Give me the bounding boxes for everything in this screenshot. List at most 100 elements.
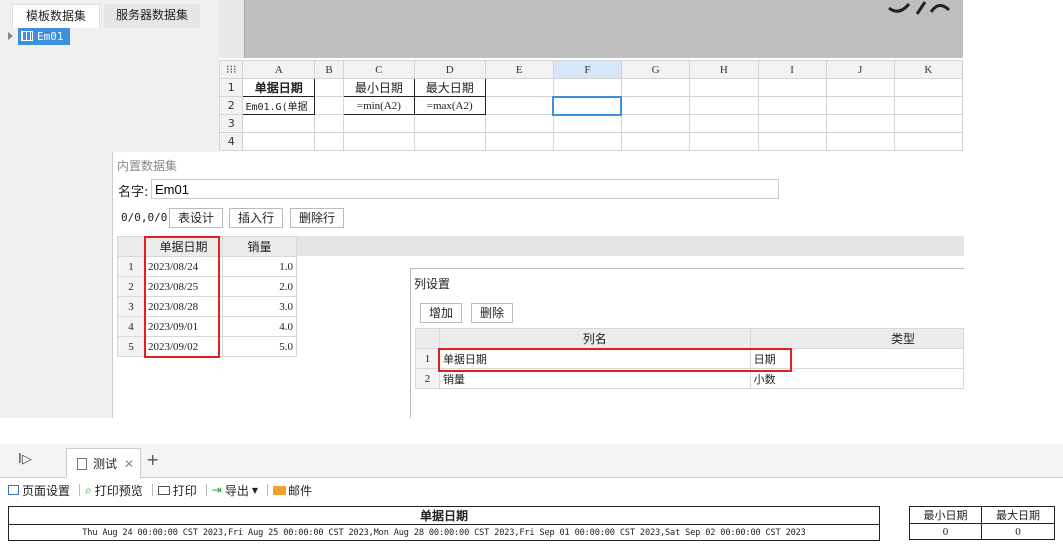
- col-header-f[interactable]: F: [552, 60, 622, 79]
- col-header-i[interactable]: I: [757, 60, 827, 79]
- cell-b4[interactable]: [314, 132, 345, 151]
- table-row[interactable]: 3 2023/08/28 3.0: [117, 296, 297, 317]
- cell-a2[interactable]: Em01.G(单据: [242, 96, 316, 115]
- table-row[interactable]: 5 2023/09/02 5.0: [117, 336, 297, 357]
- dataset-name-input[interactable]: [151, 179, 779, 199]
- qty-cell[interactable]: 3.0: [222, 296, 297, 317]
- row-number[interactable]: 3: [219, 114, 244, 133]
- column-name-cell[interactable]: 单据日期: [438, 348, 751, 369]
- date-cell[interactable]: 2023/09/02: [144, 336, 223, 357]
- close-icon[interactable]: ✕: [124, 457, 134, 471]
- cell-c3[interactable]: [343, 114, 415, 133]
- qty-cell[interactable]: 4.0: [222, 316, 297, 337]
- cell-k3[interactable]: [893, 114, 963, 133]
- cell-d1[interactable]: 最大日期: [413, 78, 486, 97]
- cell-f2-selected[interactable]: [552, 95, 623, 116]
- collapse-panel-icon[interactable]: I▷: [18, 452, 32, 467]
- print-preview-button[interactable]: ⌕ 打印预览: [85, 482, 143, 499]
- table-row[interactable]: 2 2023/08/25 2.0: [117, 276, 297, 297]
- col-header-type[interactable]: 类型: [749, 328, 965, 349]
- insert-row-button[interactable]: 插入行: [229, 208, 284, 228]
- cell-j4[interactable]: [825, 132, 895, 151]
- col-header-b[interactable]: B: [314, 60, 345, 79]
- tab-template-dataset[interactable]: 模板数据集: [12, 4, 100, 28]
- cell-b2[interactable]: [314, 96, 345, 115]
- cell-e2[interactable]: [484, 96, 554, 115]
- cell-b3[interactable]: [314, 114, 345, 133]
- cell-h3[interactable]: [689, 114, 759, 133]
- table-row[interactable]: 1 2023/08/24 1.0: [117, 256, 297, 277]
- col-header-a[interactable]: A: [242, 60, 316, 79]
- cell-a3[interactable]: [242, 114, 316, 133]
- table-row[interactable]: 2 销量 小数: [415, 368, 965, 389]
- row-number[interactable]: 1: [219, 78, 244, 97]
- mail-button[interactable]: 邮件: [273, 482, 312, 499]
- column-type-cell[interactable]: 日期: [749, 348, 965, 369]
- col-header-date[interactable]: 单据日期: [144, 236, 223, 257]
- remove-column-button[interactable]: 删除: [471, 303, 514, 323]
- cell-i1[interactable]: [757, 78, 827, 97]
- date-cell[interactable]: 2023/08/25: [144, 276, 223, 297]
- cell-i2[interactable]: [757, 96, 827, 115]
- cell-f1[interactable]: [552, 78, 622, 97]
- cell-e4[interactable]: [484, 132, 554, 151]
- cell-g3[interactable]: [620, 114, 691, 133]
- tab-test[interactable]: 测试 ✕: [66, 448, 141, 478]
- cell-j3[interactable]: [825, 114, 895, 133]
- qty-cell[interactable]: 5.0: [222, 336, 297, 357]
- cell-e1[interactable]: [484, 78, 554, 97]
- row-number[interactable]: 4: [219, 132, 244, 151]
- cell-h4[interactable]: [689, 132, 759, 151]
- date-cell[interactable]: 2023/08/24: [144, 256, 223, 277]
- cell-j1[interactable]: [825, 78, 895, 97]
- col-header-c[interactable]: C: [343, 60, 415, 79]
- add-tab-icon[interactable]: +: [146, 450, 159, 469]
- cell-h2[interactable]: [689, 96, 759, 115]
- cell-f3[interactable]: [552, 114, 622, 133]
- table-row[interactable]: 1 单据日期 日期: [415, 348, 965, 369]
- cell-a4[interactable]: [242, 132, 316, 151]
- table-design-button[interactable]: 表设计: [169, 208, 224, 228]
- cell-d2[interactable]: =max(A2): [413, 96, 486, 115]
- col-header-d[interactable]: D: [413, 60, 486, 79]
- table-row[interactable]: 4 2023/09/01 4.0: [117, 316, 297, 337]
- date-cell[interactable]: 2023/09/01: [144, 316, 223, 337]
- row-number[interactable]: 2: [219, 96, 244, 115]
- dataset-node-em01[interactable]: Em01: [18, 27, 70, 45]
- cell-k1[interactable]: [893, 78, 963, 97]
- col-header-k[interactable]: K: [893, 60, 963, 79]
- cell-g1[interactable]: [620, 78, 691, 97]
- delete-row-button[interactable]: 删除行: [290, 208, 345, 228]
- cell-k2[interactable]: [893, 96, 963, 115]
- col-header-g[interactable]: G: [620, 60, 691, 79]
- qty-cell[interactable]: 1.0: [222, 256, 297, 277]
- cell-k4[interactable]: [893, 132, 963, 151]
- expand-arrow-icon[interactable]: [8, 32, 13, 40]
- col-header-j[interactable]: J: [825, 60, 895, 79]
- cell-h1[interactable]: [689, 78, 759, 97]
- cell-a1[interactable]: 单据日期: [242, 78, 316, 97]
- column-type-cell[interactable]: 小数: [749, 368, 965, 389]
- col-header-qty[interactable]: 销量: [222, 236, 297, 257]
- cell-c1[interactable]: 最小日期: [343, 78, 415, 97]
- cell-d4[interactable]: [413, 132, 486, 151]
- cell-c2[interactable]: =min(A2): [343, 96, 415, 115]
- qty-cell[interactable]: 2.0: [222, 276, 297, 297]
- date-cell[interactable]: 2023/08/28: [144, 296, 223, 317]
- col-header-colname[interactable]: 列名: [438, 328, 751, 349]
- add-column-button[interactable]: 增加: [420, 303, 463, 323]
- cell-e3[interactable]: [484, 114, 554, 133]
- col-header-h[interactable]: H: [689, 60, 759, 79]
- cell-b1[interactable]: [314, 78, 345, 97]
- cell-d3[interactable]: [413, 114, 486, 133]
- export-button[interactable]: ⇥ 导出 ▼: [212, 482, 258, 499]
- cell-c4[interactable]: [343, 132, 415, 151]
- cell-g4[interactable]: [620, 132, 691, 151]
- select-all-corner[interactable]: ⁝⁝⁝: [219, 60, 244, 79]
- cell-j2[interactable]: [825, 96, 895, 115]
- cell-g2[interactable]: [620, 96, 691, 115]
- print-button[interactable]: 打印: [157, 482, 197, 499]
- cell-i3[interactable]: [757, 114, 827, 133]
- column-name-cell[interactable]: 销量: [438, 368, 751, 389]
- page-setup-button[interactable]: 页面设置: [8, 482, 70, 499]
